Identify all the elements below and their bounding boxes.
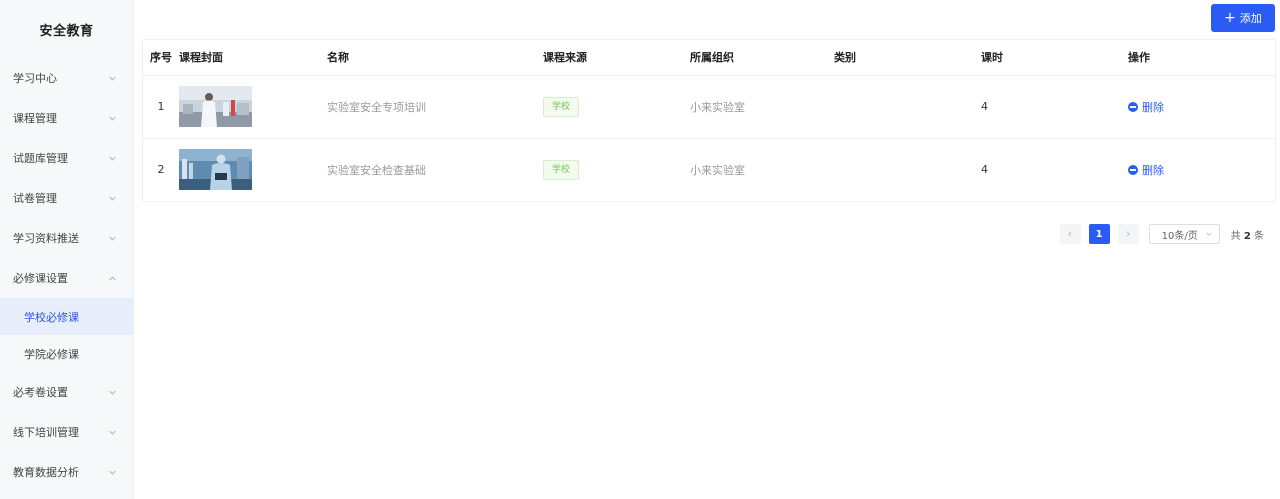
- sidebar-item-label: 学习中心: [13, 72, 57, 85]
- minus-circle-icon: [1128, 164, 1138, 175]
- sidebar-subitem-school-required[interactable]: 学校必修课: [0, 298, 133, 335]
- header-org: 所属组织: [690, 40, 834, 76]
- brand-title: 安全教育: [39, 23, 94, 39]
- source-tag: 学校: [543, 96, 580, 117]
- cell-action: 删除: [1128, 75, 1277, 139]
- total-value: 2: [1243, 230, 1251, 242]
- sidebar-item-label: 试题库管理: [13, 152, 68, 165]
- cell-cover: [179, 138, 327, 201]
- cell-index: 1: [143, 75, 179, 139]
- minus-circle-icon: [1128, 101, 1138, 112]
- cell-source: 学校: [543, 75, 690, 139]
- cell-action: 删除: [1128, 138, 1277, 201]
- cell-org: 小来实验室: [690, 75, 834, 139]
- cell-source: 学校: [543, 138, 690, 201]
- cell-hours: 4: [981, 75, 1128, 139]
- header-index: 序号: [143, 40, 179, 76]
- sidebar-item-required-course[interactable]: 必修课设置: [0, 258, 133, 298]
- cell-name: 实验室安全检查基础: [327, 163, 426, 177]
- sidebar-item-label: 试卷管理: [13, 192, 57, 205]
- cell-hours: 4: [981, 163, 988, 177]
- course-table: 序号 课程封面 名称 课程来源 所属组织 类别 课时 操作 1 实验室安全专项培…: [142, 39, 1277, 202]
- total-prefix: 共: [1230, 230, 1241, 242]
- delete-button[interactable]: 删除: [1128, 99, 1164, 115]
- chevron-down-icon: [1205, 232, 1212, 236]
- chevron-down-icon: [108, 388, 117, 397]
- page-button-current[interactable]: 1: [1088, 224, 1110, 244]
- sidebar-menu: 学习中心 课程管理 试题库管理 试卷管理 学习资料推送 必修课设置 学校必修课 …: [0, 58, 133, 492]
- source-tag: 学校: [543, 159, 580, 180]
- delete-button[interactable]: 删除: [1128, 162, 1164, 178]
- sidebar-item-label: 线下培训管理: [13, 426, 79, 439]
- chevron-down-icon: [108, 468, 117, 477]
- sidebar-item-offline-training[interactable]: 线下培训管理: [0, 412, 133, 452]
- chevron-up-icon: [108, 274, 117, 283]
- total-count: 共 2 条: [1231, 227, 1264, 242]
- sidebar-subitem-label: 学校必修课: [24, 310, 79, 324]
- chevron-down-icon: [108, 154, 117, 163]
- delete-label: 删除: [1142, 100, 1164, 114]
- chevron-left-icon: [1068, 231, 1072, 237]
- app-root: 安全教育 学习中心 课程管理 试题库管理 试卷管理 学习资料推送 必修课设置 学…: [0, 0, 1280, 499]
- sidebar-item-label: 学习资料推送: [13, 232, 79, 245]
- sidebar-item-question-bank[interactable]: 试题库管理: [0, 138, 133, 178]
- page-size-value: 10条/页: [1161, 230, 1198, 242]
- header-name: 名称: [327, 40, 543, 76]
- course-cover-image[interactable]: [179, 149, 252, 191]
- total-suffix: 条: [1254, 230, 1264, 242]
- header-source: 课程来源: [543, 40, 690, 76]
- sidebar-item-data-analysis[interactable]: 教育数据分析: [0, 452, 133, 492]
- table-row: 1 实验室安全专项培训 学校 小来实验室 4 删除: [143, 75, 1277, 139]
- cell-index: 2: [157, 163, 165, 177]
- cell-category: [834, 75, 981, 139]
- cell-org: 小来实验室: [690, 163, 745, 177]
- sidebar-subitem-label: 学院必修课: [24, 347, 79, 361]
- table-row: 2 实验室安全检查基础 学校 小来实验室 4 删除: [143, 138, 1277, 201]
- sidebar-item-learning-center[interactable]: 学习中心: [0, 58, 133, 98]
- table-header-row: 序号 课程封面 名称 课程来源 所属组织 类别 课时 操作: [143, 40, 1277, 76]
- chevron-down-icon: [108, 428, 117, 437]
- plus-icon: +: [1224, 9, 1236, 26]
- sidebar-item-label: 必修课设置: [13, 272, 68, 285]
- sidebar-item-course-management[interactable]: 课程管理: [0, 98, 133, 138]
- cell-name: 实验室安全专项培训: [327, 75, 543, 139]
- add-button[interactable]: + 添加: [1211, 4, 1275, 32]
- sidebar-item-required-exam[interactable]: 必考卷设置: [0, 372, 133, 412]
- course-cover-image[interactable]: [179, 86, 252, 127]
- add-button-label: 添加: [1239, 12, 1262, 25]
- sidebar-item-label: 课程管理: [13, 112, 57, 125]
- sidebar-item-material-push[interactable]: 学习资料推送: [0, 218, 133, 258]
- cell-category: [834, 138, 981, 201]
- chevron-down-icon: [108, 194, 117, 203]
- page-size-select[interactable]: 10条/页: [1148, 224, 1220, 244]
- main-content: + 添加 序号 课程封面 名称 课程来源 所属组织 类别 课时 操作 1 实验室…: [134, 0, 1280, 499]
- next-page-button[interactable]: [1117, 224, 1139, 244]
- chevron-down-icon: [108, 114, 117, 123]
- header-hours: 课时: [981, 40, 1128, 76]
- prev-page-button[interactable]: [1059, 224, 1081, 244]
- header-category: 类别: [834, 40, 981, 76]
- header-action: 操作: [1128, 40, 1277, 76]
- sidebar-item-label: 教育数据分析: [13, 466, 79, 479]
- sidebar-item-label: 必考卷设置: [13, 386, 68, 399]
- sidebar-item-exam-paper[interactable]: 试卷管理: [0, 178, 133, 218]
- header-cover: 课程封面: [179, 40, 327, 76]
- chevron-right-icon: [1126, 231, 1131, 237]
- sidebar-subitem-college-required[interactable]: 学院必修课: [0, 335, 133, 372]
- delete-label: 删除: [1142, 163, 1164, 177]
- chevron-down-icon: [108, 74, 117, 83]
- chevron-down-icon: [108, 234, 117, 243]
- pagination: 1 10条/页 共 2 条: [1059, 224, 1264, 244]
- cell-cover: [179, 75, 327, 139]
- sidebar: 安全教育 学习中心 课程管理 试题库管理 试卷管理 学习资料推送 必修课设置 学…: [0, 0, 134, 499]
